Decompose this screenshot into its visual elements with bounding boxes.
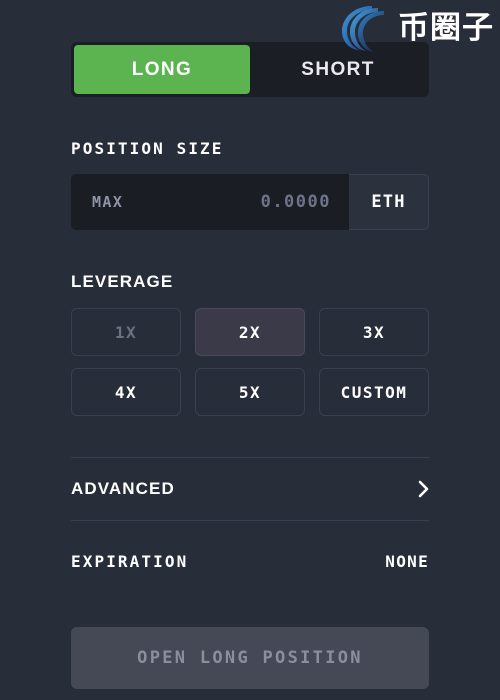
position-size-input[interactable] [161, 192, 331, 212]
side-toggle: LONG SHORT [71, 42, 429, 97]
leverage-option-4x[interactable]: 4X [71, 368, 181, 416]
leverage-label: LEVERAGE [71, 272, 174, 291]
advanced-label: ADVANCED [71, 479, 175, 498]
max-button[interactable]: MAX [92, 193, 123, 211]
chevron-right-icon [418, 480, 429, 498]
trade-panel: LONG SHORT POSITION SIZE MAX ETH LEVERAG… [0, 0, 500, 689]
long-tab[interactable]: LONG [74, 45, 250, 94]
expiration-label: EXPIRATION [71, 551, 189, 571]
divider-below-advanced [71, 520, 429, 521]
position-size-input-wrap: MAX [71, 174, 349, 230]
leverage-option-3x[interactable]: 3X [319, 308, 429, 356]
expiration-row[interactable]: EXPIRATION NONE [71, 539, 429, 583]
unit-selector-eth[interactable]: ETH [349, 174, 429, 230]
leverage-option-5x[interactable]: 5X [195, 368, 305, 416]
expiration-value: NONE [385, 551, 429, 571]
leverage-option-custom[interactable]: CUSTOM [319, 368, 429, 416]
position-size-field-group: MAX ETH [71, 174, 429, 230]
open-long-position-button[interactable]: OPEN LONG POSITION [71, 627, 429, 689]
leverage-option-1x[interactable]: 1X [71, 308, 181, 356]
leverage-option-2x[interactable]: 2X [195, 308, 305, 356]
leverage-options: 1X 2X 3X 4X 5X CUSTOM [71, 308, 429, 416]
short-tab[interactable]: SHORT [250, 45, 426, 94]
position-size-label: POSITION SIZE [71, 139, 224, 158]
advanced-row[interactable]: ADVANCED [71, 458, 429, 520]
